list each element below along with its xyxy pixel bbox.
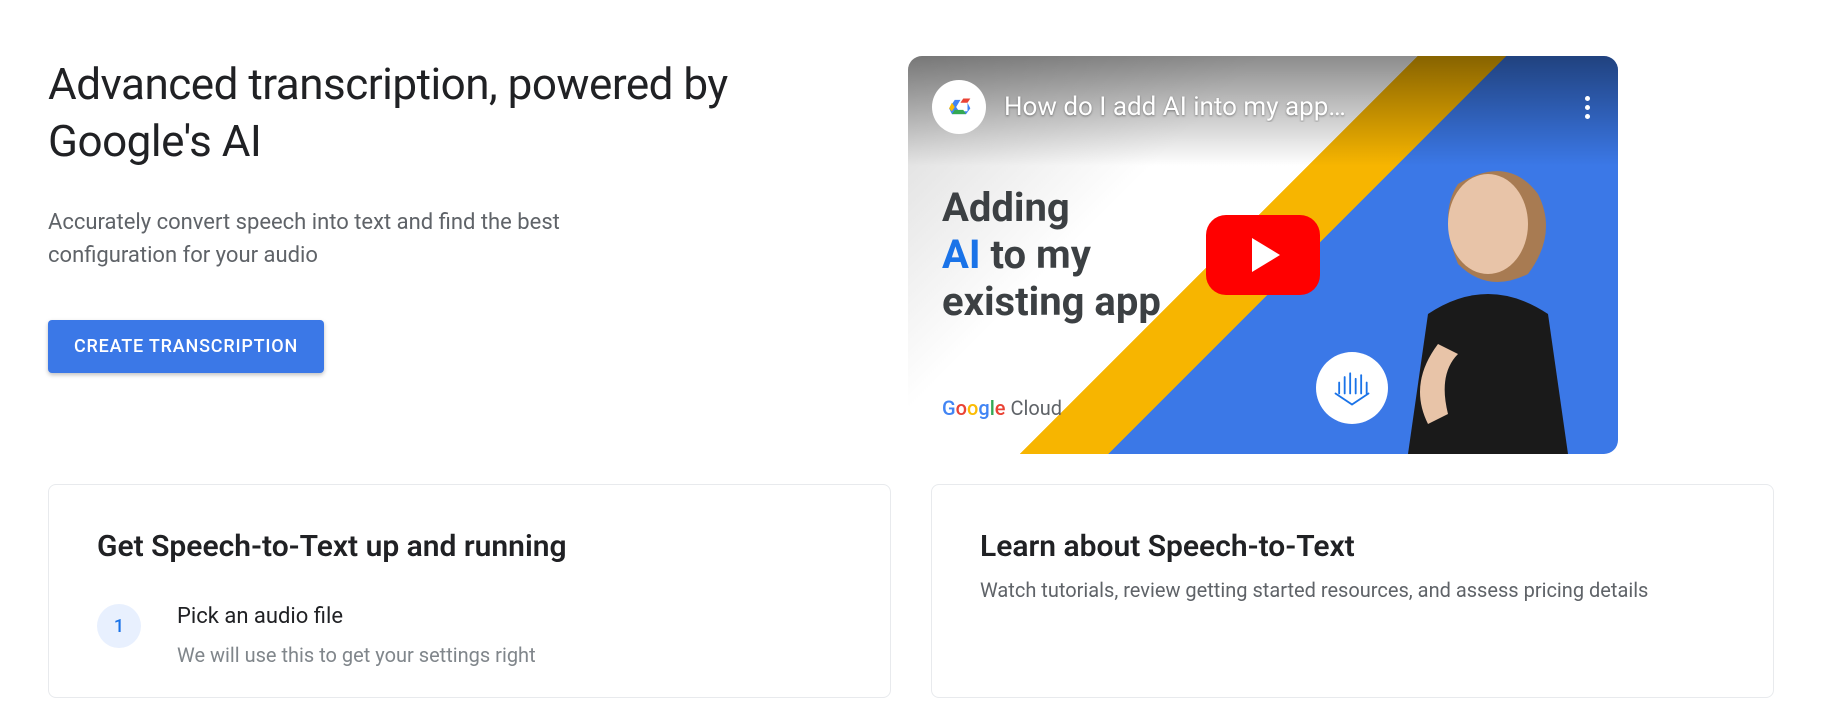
hero-section: Advanced transcription, powered by Googl… bbox=[48, 56, 868, 454]
page-subtitle: Accurately convert speech into text and … bbox=[48, 206, 688, 272]
step-number: 1 bbox=[97, 604, 141, 648]
google-cloud-icon bbox=[942, 90, 976, 124]
overlay-line1: Adding bbox=[942, 184, 1161, 231]
learn-title: Learn about Speech-to-Text bbox=[980, 529, 1725, 564]
video-thumbnail[interactable]: How do I add AI into my app… Adding AI t… bbox=[908, 56, 1618, 454]
get-started-title: Get Speech-to-Text up and running bbox=[97, 529, 842, 564]
learn-card: Learn about Speech-to-Text Watch tutoria… bbox=[931, 484, 1774, 698]
create-transcription-button[interactable]: CREATE TRANSCRIPTION bbox=[48, 320, 324, 373]
video-more-icon[interactable] bbox=[1581, 88, 1594, 127]
overlay-line2: AI to my bbox=[942, 231, 1161, 278]
video-title: How do I add AI into my app… bbox=[1004, 92, 1563, 122]
cards-row: Get Speech-to-Text up and running 1 Pick… bbox=[48, 484, 1774, 698]
get-started-card: Get Speech-to-Text up and running 1 Pick… bbox=[48, 484, 891, 698]
learn-subtitle: Watch tutorials, review getting started … bbox=[980, 576, 1725, 604]
video-overlay-text: Adding AI to my existing app bbox=[942, 184, 1161, 325]
overlay-line3: existing app bbox=[942, 278, 1161, 325]
step-title: Pick an audio file bbox=[177, 604, 536, 629]
step-1: 1 Pick an audio file We will use this to… bbox=[97, 604, 842, 667]
google-cloud-logo: Google Cloud bbox=[942, 396, 1062, 420]
play-icon[interactable] bbox=[1206, 215, 1320, 295]
step-description: We will use this to get your settings ri… bbox=[177, 643, 536, 667]
channel-avatar[interactable] bbox=[932, 80, 986, 134]
video-title-bar: How do I add AI into my app… bbox=[932, 80, 1594, 134]
speech-badge-icon bbox=[1316, 352, 1388, 424]
video-column: How do I add AI into my app… Adding AI t… bbox=[908, 56, 1618, 454]
page-title: Advanced transcription, powered by Googl… bbox=[48, 56, 868, 170]
